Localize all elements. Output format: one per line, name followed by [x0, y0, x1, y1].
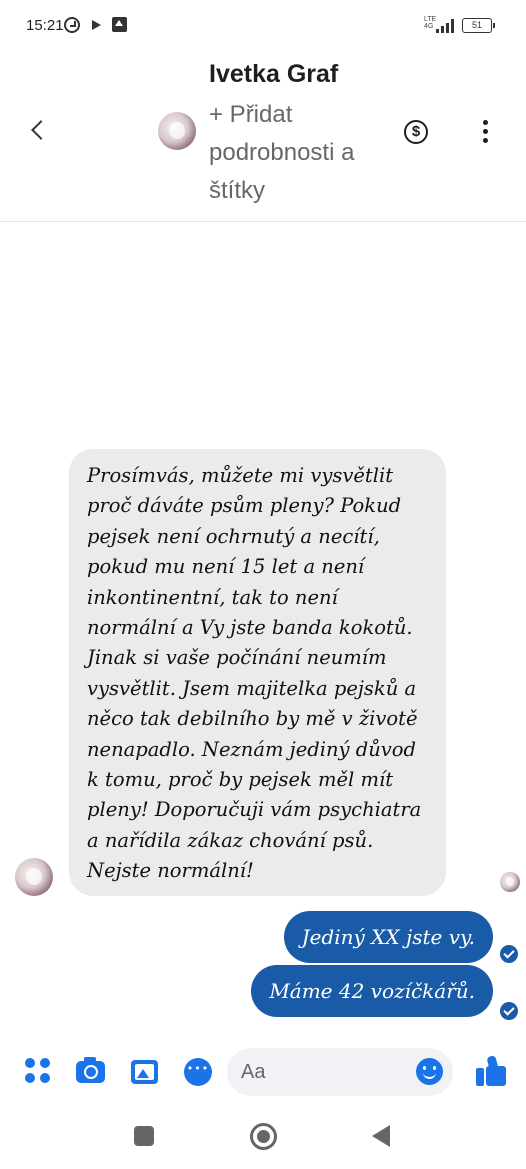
like-icon[interactable] [476, 1055, 506, 1086]
recent-apps-icon[interactable] [134, 1126, 154, 1146]
battery-icon: 51 [462, 18, 495, 33]
back-arrow-icon[interactable] [26, 116, 50, 144]
delivered-check-icon [500, 1002, 518, 1020]
network-label: LTE [424, 16, 437, 23]
sender-avatar[interactable] [15, 858, 53, 896]
incoming-message-text: Prosímvás, můžete mi vysvětlit proč dává… [87, 464, 422, 883]
signal-icon [436, 19, 456, 33]
gallery-icon[interactable] [131, 1060, 158, 1084]
back-icon[interactable] [372, 1125, 390, 1147]
play-icon [92, 20, 101, 30]
status-time: 15:21 [26, 17, 64, 34]
home-icon[interactable] [250, 1123, 277, 1150]
status-bar: 15:21 LTE 4G 51 [0, 0, 526, 52]
more-options-icon[interactable] [478, 120, 492, 144]
network-type: LTE 4G [424, 16, 436, 30]
camera-icon[interactable] [76, 1057, 105, 1083]
money-icon[interactable]: $ [404, 120, 428, 144]
add-details-link[interactable]: + Přidat podrobnosti a štítky [209, 96, 379, 210]
alarm-icon [64, 17, 80, 33]
outgoing-message-bubble[interactable]: Máme 42 vozíčkářů. [251, 965, 493, 1017]
chat-icon[interactable] [184, 1058, 212, 1086]
emoji-icon[interactable] [416, 1058, 443, 1085]
outgoing-message-bubble[interactable]: Jediný XX jste vy. [283, 911, 493, 963]
upload-icon [112, 17, 127, 32]
seen-receipt-avatar [500, 872, 520, 892]
message-composer: Aa [0, 1044, 526, 1100]
chat-header: Ivetka Graf + Přidat podrobnosti a štítk… [0, 52, 526, 222]
delivered-check-icon [500, 945, 518, 963]
contact-name[interactable]: Ivetka Graf [209, 60, 338, 89]
incoming-message-bubble[interactable]: Prosímvás, můžete mi vysvětlit proč dává… [69, 449, 446, 896]
network-sublabel: 4G [424, 23, 434, 30]
avatar[interactable] [158, 112, 196, 150]
system-nav-bar [0, 1100, 526, 1169]
apps-icon[interactable] [25, 1058, 51, 1084]
